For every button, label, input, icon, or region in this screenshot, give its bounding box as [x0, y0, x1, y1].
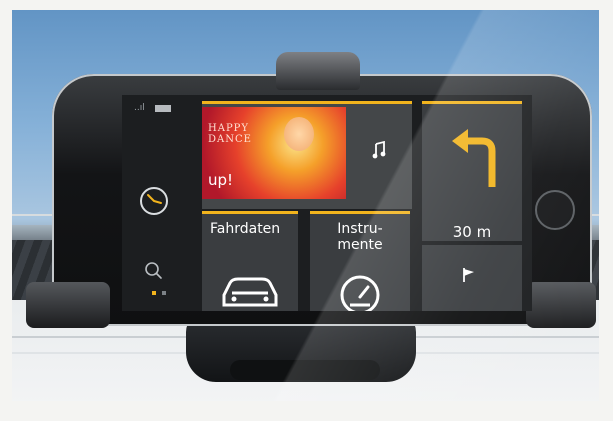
fahrdaten-tile[interactable]: Fahrdaten	[202, 211, 298, 311]
tile-accent-bar	[310, 211, 410, 214]
phone-mount-base	[230, 360, 380, 380]
tile-accent-bar	[202, 211, 298, 214]
music-tile[interactable]: HAPPY DANCE up!	[202, 101, 412, 209]
tile-accent-bar	[202, 101, 412, 104]
destination-tile[interactable]	[422, 245, 522, 311]
status-bar: ..ıl	[134, 103, 171, 113]
tile-accent-bar	[422, 101, 522, 104]
album-subtitle: up!	[208, 171, 234, 189]
album-title: HAPPY DANCE	[208, 123, 252, 145]
phone-screen: ..ıl HAPPY DANCE up! 30 m Fahrdaten Inst…	[122, 95, 532, 311]
home-button[interactable]	[535, 190, 575, 230]
turn-distance: 30 m	[452, 223, 492, 241]
instrumente-tile[interactable]: Instru- mente	[310, 211, 410, 311]
page-dot-active[interactable]	[152, 291, 156, 295]
album-art[interactable]: HAPPY DANCE up!	[202, 107, 346, 199]
destination-flag-icon	[463, 268, 474, 282]
page-dot[interactable]	[162, 291, 166, 295]
album-art-face	[284, 117, 314, 151]
music-note-icon[interactable]	[372, 141, 386, 159]
navigation-tile[interactable]: 30 m	[422, 101, 522, 241]
clock-icon[interactable]	[138, 185, 170, 217]
battery-icon	[154, 105, 171, 112]
gauge-icon	[340, 275, 380, 311]
page-indicator[interactable]	[152, 291, 166, 295]
signal-icon: ..ıl	[134, 103, 145, 113]
mount-clip-right	[526, 282, 596, 328]
fahrdaten-label: Fahrdaten	[210, 221, 281, 237]
turn-left-arrow-icon	[452, 129, 496, 187]
search-icon[interactable]	[138, 257, 170, 289]
car-icon	[222, 277, 278, 307]
mount-clip-left	[26, 282, 110, 328]
mount-clip-top	[276, 52, 360, 90]
instrumente-label: Instru- mente	[337, 221, 383, 253]
